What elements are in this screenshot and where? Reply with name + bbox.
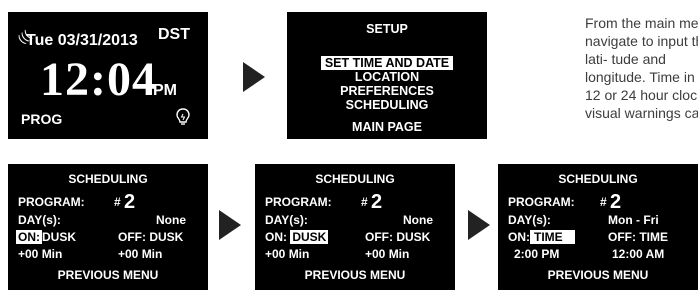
- on-value: DUSK: [290, 230, 329, 244]
- prog-indicator: PROG: [21, 111, 63, 127]
- program-hash: #: [361, 195, 368, 209]
- program-hash: #: [600, 195, 607, 209]
- on-offset[interactable]: +00 Min: [18, 247, 62, 261]
- program-hash: #: [114, 195, 121, 209]
- program-num: 2: [124, 191, 136, 213]
- home-screen: ((( Tue 03/31/2013 DST 12:04 PM PROG: [8, 12, 208, 139]
- time-display: 12:04: [40, 53, 157, 106]
- on-time[interactable]: 2:00 PM: [514, 247, 559, 261]
- instruction-paragraph: From the main menu navigate to input the…: [585, 15, 698, 121]
- on-field[interactable]: ON: TIME: [508, 230, 575, 244]
- scheduling-title: SCHEDULING: [315, 172, 395, 186]
- off-label: OFF:: [608, 230, 636, 244]
- arrow-right-icon: [243, 62, 265, 92]
- program-label: PROGRAM:: [18, 195, 85, 209]
- scheduling-screen: SCHEDULING PROGRAM: # 2 DAY(s): Mon - Fr…: [498, 164, 698, 290]
- arrow-right-icon: [468, 210, 490, 240]
- menu-item-label: SET TIME AND DATE: [320, 56, 454, 70]
- off-offset[interactable]: +00 Min: [365, 247, 409, 261]
- on-field[interactable]: ON: DUSK: [265, 230, 329, 244]
- bulb-icon: [176, 108, 190, 125]
- off-value: DUSK: [396, 230, 431, 244]
- program-num: 2: [610, 191, 622, 213]
- scheduling-screen: SCHEDULING PROGRAM: # 2 DAY(s): None ON:…: [8, 164, 208, 290]
- menu-item-scheduling[interactable]: SCHEDULING: [287, 98, 487, 112]
- days-value[interactable]: None: [403, 213, 433, 227]
- days-label: DAY(s):: [18, 213, 61, 227]
- setup-title: SETUP: [366, 22, 408, 36]
- on-label: ON:: [508, 230, 530, 244]
- previous-menu-button[interactable]: PREVIOUS MENU: [8, 268, 208, 282]
- off-label: OFF:: [365, 230, 393, 244]
- program-number[interactable]: # 2: [600, 191, 621, 214]
- setup-menu: SETUP SET TIME AND DATE LOCATION PREFERE…: [287, 12, 487, 139]
- scheduling-title: SCHEDULING: [558, 172, 638, 186]
- days-value[interactable]: None: [156, 213, 186, 227]
- previous-menu-button[interactable]: PREVIOUS MENU: [255, 268, 455, 282]
- program-label: PROGRAM:: [265, 195, 332, 209]
- off-value: TIME: [639, 230, 669, 244]
- program-number[interactable]: # 2: [114, 191, 135, 214]
- off-field[interactable]: OFF: TIME: [608, 230, 668, 244]
- off-field[interactable]: OFF: DUSK: [118, 230, 183, 244]
- menu-item-main-page[interactable]: MAIN PAGE: [287, 120, 487, 134]
- menu-item-set-time-and-date[interactable]: SET TIME AND DATE: [287, 56, 487, 70]
- menu-item-preferences[interactable]: PREFERENCES: [287, 84, 487, 98]
- arrow-right-icon: [219, 210, 241, 240]
- off-offset[interactable]: +00 Min: [118, 247, 162, 261]
- on-value: DUSK: [42, 230, 77, 244]
- off-value: DUSK: [149, 230, 184, 244]
- previous-menu-button[interactable]: PREVIOUS MENU: [498, 268, 698, 282]
- scheduling-title: SCHEDULING: [68, 172, 148, 186]
- days-value[interactable]: Mon - Fri: [608, 213, 659, 227]
- on-label: ON:: [265, 230, 287, 244]
- program-label: PROGRAM:: [508, 195, 575, 209]
- on-label: ON:: [16, 230, 42, 244]
- program-num: 2: [371, 191, 383, 213]
- on-value: TIME: [530, 230, 575, 244]
- days-label: DAY(s):: [508, 213, 551, 227]
- off-label: OFF:: [118, 230, 146, 244]
- ampm-indicator: PM: [153, 82, 177, 99]
- scheduling-screen: SCHEDULING PROGRAM: # 2 DAY(s): None ON:…: [255, 164, 455, 290]
- days-label: DAY(s):: [265, 213, 308, 227]
- off-field[interactable]: OFF: DUSK: [365, 230, 430, 244]
- on-field[interactable]: ON: DUSK: [16, 230, 76, 244]
- dst-indicator: DST: [158, 26, 190, 43]
- date-display: Tue 03/31/2013: [26, 32, 138, 49]
- on-offset[interactable]: +00 Min: [265, 247, 309, 261]
- menu-item-location[interactable]: LOCATION: [287, 70, 487, 84]
- program-number[interactable]: # 2: [361, 191, 382, 214]
- off-time[interactable]: 12:00 AM: [612, 247, 664, 261]
